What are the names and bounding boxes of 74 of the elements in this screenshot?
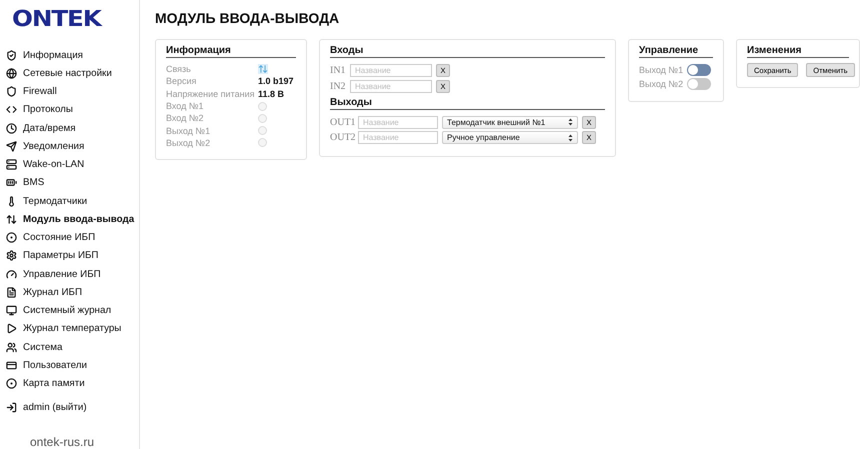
sidebar-item[interactable]: Термодатчики [6, 192, 139, 210]
logout-link[interactable]: admin (выйти) [6, 398, 139, 417]
sidebar-item[interactable]: Уведомления [6, 137, 139, 156]
toggle-switch[interactable] [687, 78, 711, 90]
name-field[interactable]: Название [358, 116, 438, 128]
toggle-label: Выход №2 [639, 79, 684, 89]
logout-icon [6, 402, 17, 414]
sidebar-item[interactable]: Система [6, 338, 139, 356]
info-label: Вход №2 [166, 113, 205, 124]
gauge-icon [6, 268, 17, 280]
name-field[interactable]: Название [350, 64, 432, 77]
battery-icon [6, 177, 17, 188]
info-value: 1.0 b197 [258, 76, 294, 86]
sidebar-item[interactable]: Wake-on-LAN [6, 156, 139, 174]
page-title: МОДУЛЬ ВВОДА-ВЫВОДА [155, 10, 340, 26]
sidebar-item[interactable]: Карта памяти [6, 374, 139, 393]
sidebar-item[interactable]: Журнал температуры [6, 320, 139, 338]
shield-icon [6, 86, 17, 98]
circle-icon [6, 378, 17, 390]
source-select[interactable]: Ручное управление [442, 131, 578, 144]
name-field[interactable]: Название [350, 80, 432, 92]
card-title: Изменения [747, 45, 849, 58]
sidebar-item[interactable]: Состояние ИБП [6, 228, 139, 247]
shield-icon [6, 50, 17, 61]
info-label: Напряжение питания [166, 88, 256, 99]
sidebar-item[interactable]: Протоколы [6, 100, 139, 119]
play-icon [6, 323, 17, 334]
sidebar-item[interactable]: Информация [6, 46, 139, 64]
toggle-switch[interactable] [687, 64, 711, 76]
sidebar-item[interactable]: Управление ИБП [6, 265, 139, 284]
input-label: IN2 [330, 80, 346, 92]
spinner-icon [568, 118, 573, 126]
thermometer-icon [6, 196, 17, 207]
sidebar-item[interactable]: Модуль ввода-вывода [6, 210, 139, 228]
sidebar-item[interactable]: Firewall [6, 82, 139, 101]
info-value: 11.8 В [258, 88, 284, 99]
circle-icon [6, 232, 17, 244]
sidebar-item[interactable]: BMS [6, 174, 139, 192]
output-label: OUT2 [330, 132, 354, 143]
card-title: Выходы [330, 96, 605, 110]
clock-icon [6, 122, 17, 134]
info-label: Связь [166, 64, 192, 74]
gear-icon [6, 250, 17, 262]
source-select[interactable]: Термодатчик внешний №1 [442, 116, 578, 128]
spinner-icon [568, 134, 573, 142]
arrows-icon [6, 214, 17, 225]
site-url: ontek-rus.ru [30, 435, 96, 449]
server-icon [6, 159, 17, 170]
card-title: Входы [330, 45, 605, 58]
card-title: Информация [166, 45, 296, 58]
card-title: Управление [639, 45, 713, 58]
sidebar-item[interactable]: Дата/время [6, 119, 139, 138]
output-label: OUT1 [330, 116, 354, 128]
info-label: Выход №1 [166, 126, 212, 136]
sidebar-item[interactable]: Журнал ИБП [6, 283, 139, 302]
sidebar-item[interactable]: Сетевые настройки [6, 64, 139, 82]
document-icon [6, 286, 17, 298]
monitor-icon [6, 305, 17, 316]
info-label: Выход №2 [166, 138, 212, 148]
input-label: IN1 [330, 65, 346, 76]
name-field[interactable]: Название [358, 131, 438, 144]
toggle-label: Выход №1 [639, 65, 684, 75]
sidebar-item[interactable]: Системный журнал [6, 302, 139, 320]
sidebar-item[interactable]: Пользователи [6, 356, 139, 374]
logo: ONTEK [12, 8, 103, 32]
code-icon [6, 104, 17, 116]
info-label: Вход №1 [166, 101, 205, 112]
sidebar-item[interactable]: Параметры ИБП [6, 246, 139, 265]
link-icon [258, 64, 268, 74]
globe-icon [6, 68, 17, 79]
paper-plane-icon [6, 140, 17, 152]
users-icon [6, 342, 17, 353]
card-icon [6, 360, 17, 371]
info-label: Версия [166, 76, 198, 86]
